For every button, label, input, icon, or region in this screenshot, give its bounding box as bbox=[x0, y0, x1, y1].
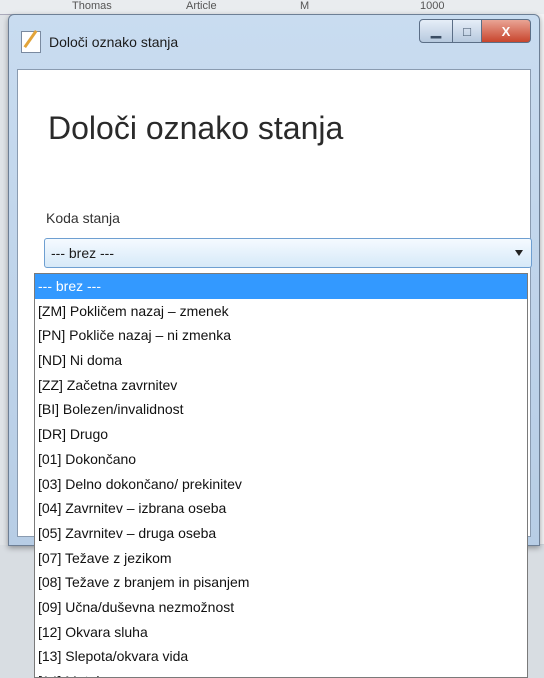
dropdown-option[interactable]: [ZZ] Začetna zavrnitev bbox=[35, 373, 527, 398]
status-code-dropdown-list[interactable]: --- brez --- [ZM] Pokličem nazaj – zmene… bbox=[34, 273, 528, 678]
background-cell: M bbox=[300, 0, 310, 12]
dropdown-option[interactable]: [14] Motnje govora bbox=[35, 669, 527, 677]
status-code-label: Koda stanja bbox=[46, 210, 120, 226]
dropdown-option[interactable]: [BI] Bolezen/invalidnost bbox=[35, 397, 527, 422]
page-title: Določi oznako stanja bbox=[48, 110, 344, 146]
dropdown-arrow-icon[interactable] bbox=[515, 250, 523, 256]
edit-document-icon bbox=[21, 31, 41, 53]
dropdown-option[interactable]: [08] Težave z branjem in pisanjem bbox=[35, 570, 527, 595]
dropdown-option[interactable]: [03] Delno dokončano/ prekinitev bbox=[35, 472, 527, 497]
window-title: Določi oznako stanja bbox=[49, 34, 179, 50]
dropdown-option[interactable]: [05] Zavrnitev – druga oseba bbox=[35, 521, 527, 546]
background-cell: Thomas bbox=[72, 0, 112, 12]
dropdown-option[interactable]: [09] Učna/duševna nezmožnost bbox=[35, 595, 527, 620]
dropdown-option[interactable]: [ZM] Pokličem nazaj – zmenek bbox=[35, 299, 527, 324]
background-cell: 1000 bbox=[420, 0, 445, 12]
window-controls: ▁ □ X bbox=[419, 19, 531, 43]
close-button[interactable]: X bbox=[482, 19, 531, 43]
status-code-selected-value: --- brez --- bbox=[51, 245, 114, 261]
status-code-select[interactable]: --- brez --- bbox=[44, 238, 532, 268]
maximize-icon: □ bbox=[463, 23, 471, 39]
dropdown-option[interactable]: --- brez --- bbox=[35, 274, 527, 299]
dropdown-option[interactable]: [07] Težave z jezikom bbox=[35, 546, 527, 571]
dropdown-option[interactable]: [04] Zavrnitev – izbrana oseba bbox=[35, 496, 527, 521]
close-icon: X bbox=[501, 23, 511, 39]
dropdown-option[interactable]: [DR] Drugo bbox=[35, 422, 527, 447]
dropdown-option[interactable]: [01] Dokončano bbox=[35, 447, 527, 472]
dropdown-option[interactable]: [ND] Ni doma bbox=[35, 348, 527, 373]
dropdown-option[interactable]: [PN] Pokliče nazaj – ni zmenka bbox=[35, 323, 527, 348]
dropdown-option[interactable]: [12] Okvara sluha bbox=[35, 620, 527, 645]
title-bar[interactable]: Določi oznako stanja ▁ □ X bbox=[9, 15, 539, 69]
minimize-icon: ▁ bbox=[431, 23, 441, 38]
dropdown-option[interactable]: [13] Slepota/okvara vida bbox=[35, 644, 527, 669]
background-table-row: Thomas Article M 1000 bbox=[0, 0, 544, 15]
background-cell: Article bbox=[186, 0, 217, 12]
maximize-button[interactable]: □ bbox=[453, 19, 482, 43]
minimize-button[interactable]: ▁ bbox=[419, 19, 453, 43]
